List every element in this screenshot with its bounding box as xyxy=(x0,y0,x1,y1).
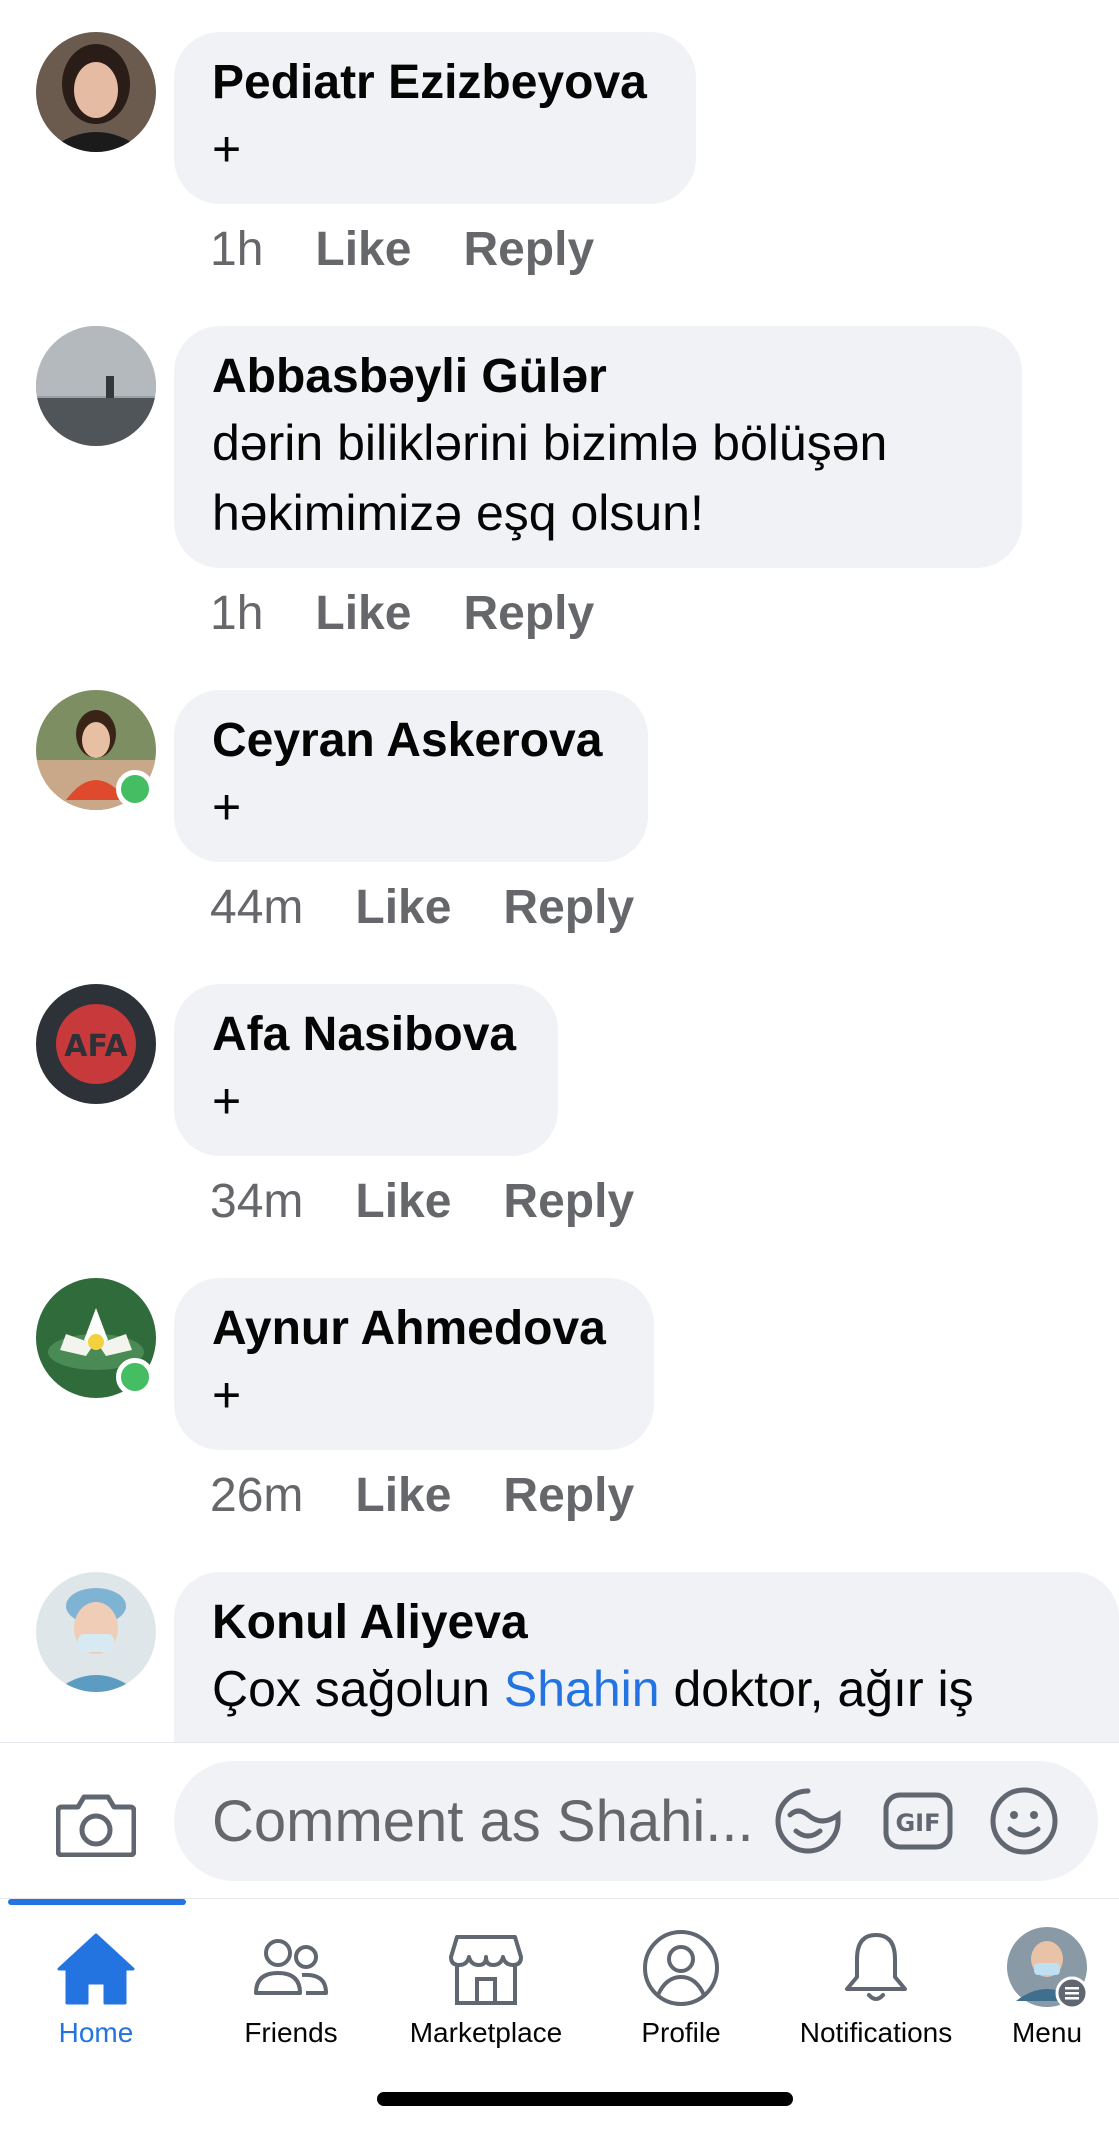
avatar[interactable]: AFA xyxy=(36,984,156,1104)
like-button[interactable]: Like xyxy=(315,586,411,641)
tab-label: Friends xyxy=(244,2017,338,2048)
emoji-icon[interactable] xyxy=(988,1785,1060,1857)
like-button[interactable]: Like xyxy=(315,222,411,277)
online-status-icon xyxy=(116,770,154,808)
comment-actions: 26m Like Reply xyxy=(210,1468,634,1523)
comment-author[interactable]: Aynur Ahmedova xyxy=(212,1298,616,1360)
friends-icon xyxy=(254,1939,328,1995)
mention-link[interactable]: Shahin xyxy=(504,1661,660,1717)
tab-label: Home xyxy=(58,2017,134,2048)
tab-notifications[interactable]: Notifications xyxy=(781,1923,971,2063)
comment-bubble[interactable]: Afa Nasibova + xyxy=(174,984,558,1156)
comment-bubble[interactable]: Ceyran Askerova + xyxy=(174,690,648,862)
reply-button[interactable]: Reply xyxy=(503,1468,634,1523)
reply-button[interactable]: Reply xyxy=(463,586,594,641)
comment-author[interactable]: Ceyran Askerova xyxy=(212,710,610,772)
comments-list: Pediatr Ezizbeyova + 1h Like Reply Abbas… xyxy=(0,0,1119,1742)
comment-actions: 1h Like Reply xyxy=(210,222,594,277)
tab-home[interactable]: Home xyxy=(1,1923,191,2063)
comment-author[interactable]: Abbasbəyli Gülər xyxy=(212,346,984,408)
comment-time: 34m xyxy=(210,1175,304,1228)
home-icon xyxy=(57,1933,135,2005)
reply-button[interactable]: Reply xyxy=(503,880,634,935)
comment-time: 26m xyxy=(210,1469,304,1522)
like-button[interactable]: Like xyxy=(355,1468,451,1523)
active-tab-indicator xyxy=(8,1899,186,1905)
comment-composer: Comment as Shahi... GIF xyxy=(0,1742,1119,1899)
reply-button[interactable]: Reply xyxy=(503,1174,634,1229)
comment-bubble[interactable]: Aynur Ahmedova + xyxy=(174,1278,654,1450)
like-button[interactable]: Like xyxy=(355,880,451,935)
camera-icon[interactable] xyxy=(55,1791,137,1858)
comment-text: + xyxy=(212,1367,242,1423)
tab-label: Notifications xyxy=(799,2017,953,2048)
tab-label: Profile xyxy=(641,2017,721,2048)
comment-actions: 1h Like Reply xyxy=(210,586,594,641)
comment-author[interactable]: Konul Aliyeva xyxy=(212,1592,1081,1654)
tab-label: Marketplace xyxy=(409,2017,563,2048)
menu-avatar-icon xyxy=(1007,1927,1089,2010)
comment-text: Çox sağolun Shahin doktor, ağır iş xyxy=(212,1654,1081,1724)
avatar[interactable] xyxy=(36,32,156,152)
online-status-icon xyxy=(116,1358,154,1396)
comment-text: + xyxy=(212,779,242,835)
comment-text-part: doktor, ağır iş xyxy=(659,1661,974,1717)
avatar[interactable] xyxy=(36,326,156,446)
comment-text: həkimimizə eşq olsun! xyxy=(212,485,704,541)
comment-actions: 34m Like Reply xyxy=(210,1174,634,1229)
tab-friends[interactable]: Friends xyxy=(196,1923,386,2063)
tab-label: Menu xyxy=(1011,2017,1083,2048)
comment-input[interactable]: Comment as Shahi... GIF xyxy=(174,1761,1098,1881)
reply-button[interactable]: Reply xyxy=(463,222,594,277)
avatar[interactable] xyxy=(36,1572,156,1692)
comment-placeholder: Comment as Shahi... xyxy=(212,1789,754,1854)
home-indicator[interactable] xyxy=(377,2092,793,2106)
tab-marketplace[interactable]: Marketplace xyxy=(391,1923,581,2063)
comment-bubble[interactable]: Konul Aliyeva Çox sağolun Shahin doktor,… xyxy=(174,1572,1119,1742)
marketplace-icon xyxy=(449,1935,523,2005)
comment-author[interactable]: Pediatr Ezizbeyova xyxy=(212,52,658,114)
like-button[interactable]: Like xyxy=(355,1174,451,1229)
comment-text: + xyxy=(212,1073,242,1129)
comment-author[interactable]: Afa Nasibova xyxy=(212,1004,520,1066)
tab-profile[interactable]: Profile xyxy=(586,1923,776,2063)
comment-bubble[interactable]: Abbasbəyli Gülər dərin biliklərini bizim… xyxy=(174,326,1022,568)
sticker-icon[interactable] xyxy=(772,1785,844,1857)
comment-text: + xyxy=(212,121,242,177)
tab-menu[interactable]: Menu xyxy=(976,1923,1118,2063)
gif-label: GIF xyxy=(895,1809,940,1837)
comment-time: 1h xyxy=(210,587,264,640)
comment-time: 44m xyxy=(210,881,304,934)
comment-text-part: Çox sağolun xyxy=(212,1661,504,1717)
comment-actions: 44m Like Reply xyxy=(210,880,634,935)
comment-time: 1h xyxy=(210,223,264,276)
bell-icon xyxy=(845,1933,907,2001)
profile-icon xyxy=(643,1930,719,2006)
avatar-logo-text: AFA xyxy=(64,1029,128,1064)
comment-text: dərin biliklərini bizimlə bölüşən xyxy=(212,415,888,471)
comment-bubble[interactable]: Pediatr Ezizbeyova + xyxy=(174,32,696,204)
gif-icon[interactable]: GIF xyxy=(882,1785,954,1857)
